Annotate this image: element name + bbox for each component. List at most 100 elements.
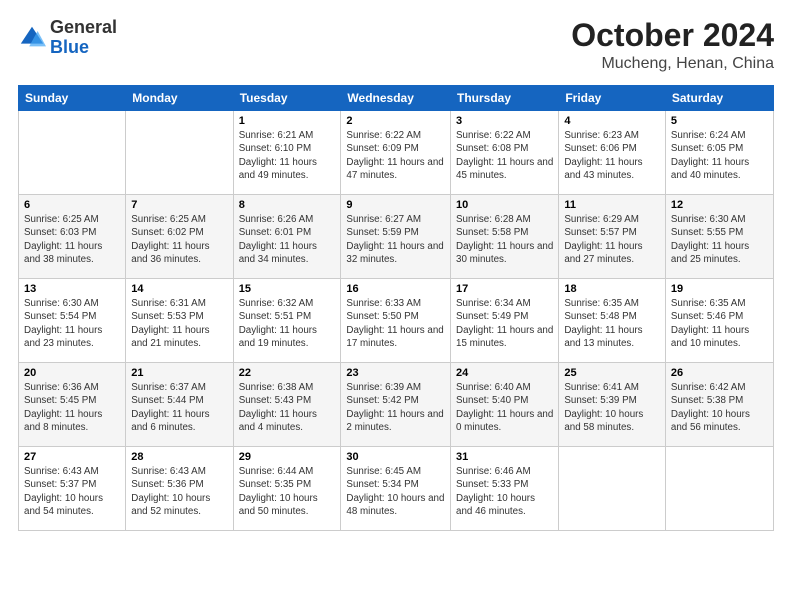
day-info: Sunrise: 6:23 AM Sunset: 6:06 PM Dayligh… — [564, 129, 660, 182]
day-info: Sunrise: 6:44 AM Sunset: 5:35 PM Dayligh… — [239, 465, 336, 518]
day-info: Sunrise: 6:33 AM Sunset: 5:50 PM Dayligh… — [346, 297, 445, 350]
logo-text: General Blue — [50, 18, 117, 58]
day-number: 19 — [671, 283, 768, 295]
page: General Blue October 2024 Mucheng, Henan… — [0, 0, 792, 612]
day-number: 21 — [131, 367, 227, 379]
day-number: 8 — [239, 199, 336, 211]
day-info: Sunrise: 6:46 AM Sunset: 5:33 PM Dayligh… — [456, 465, 553, 518]
week-row-3: 13 Sunrise: 6:30 AM Sunset: 5:54 PM Dayli… — [19, 279, 774, 363]
weekday-tuesday: Tuesday — [233, 86, 341, 111]
day-info: Sunrise: 6:29 AM Sunset: 5:57 PM Dayligh… — [564, 213, 660, 266]
day-info: Sunrise: 6:35 AM Sunset: 5:46 PM Dayligh… — [671, 297, 768, 350]
day-cell: 6Sunrise: 6:25 AM Sunset: 6:03 PM Daylig… — [19, 195, 126, 279]
day-cell: 18Sunrise: 6:35 AM Sunset: 5:48 PM Dayli… — [559, 279, 666, 363]
day-info: Sunrise: 6:30 AM Sunset: 5:55 PM Dayligh… — [671, 213, 768, 266]
weekday-friday: Friday — [559, 86, 666, 111]
day-number: 17 — [456, 283, 553, 295]
day-cell: 19 Sunrise: 6:35 AM Sunset: 5:46 PM Dayli… — [665, 279, 773, 363]
day-number: 31 — [456, 451, 553, 463]
day-number: 20 — [24, 367, 120, 379]
day-cell: 23Sunrise: 6:39 AM Sunset: 5:42 PM Dayli… — [341, 363, 451, 447]
day-cell: 7 Sunrise: 6:25 AM Sunset: 6:02 PM Daylig… — [126, 195, 233, 279]
day-cell: 22Sunrise: 6:38 AM Sunset: 5:43 PM Dayli… — [233, 363, 341, 447]
day-info: Sunrise: 6:24 AM Sunset: 6:05 PM Dayligh… — [671, 129, 768, 182]
day-info: Sunrise: 6:27 AM Sunset: 5:59 PM Dayligh… — [346, 213, 445, 266]
week-row-1: 1 Sunrise: 6:21 AM Sunset: 6:10 PM Daylig… — [19, 111, 774, 195]
weekday-monday: Monday — [126, 86, 233, 111]
day-number: 24 — [456, 367, 553, 379]
day-number: 10 — [456, 199, 553, 211]
day-cell: 10 Sunrise: 6:28 AM Sunset: 5:58 PM Dayli… — [451, 195, 559, 279]
day-info: Sunrise: 6:32 AM Sunset: 5:51 PM Dayligh… — [239, 297, 336, 350]
title-block: October 2024 Mucheng, Henan, China — [571, 18, 774, 73]
day-info: Sunrise: 6:30 AM Sunset: 5:54 PM Dayligh… — [24, 297, 120, 350]
day-info: Sunrise: 6:22 AM Sunset: 6:09 PM Dayligh… — [346, 129, 445, 182]
day-number: 25 — [564, 367, 660, 379]
weekday-thursday: Thursday — [451, 86, 559, 111]
day-info: Sunrise: 6:22 AM Sunset: 6:08 PM Dayligh… — [456, 129, 553, 182]
day-cell: 5 Sunrise: 6:24 AM Sunset: 6:05 PM Daylig… — [665, 111, 773, 195]
week-row-2: 6Sunrise: 6:25 AM Sunset: 6:03 PM Daylig… — [19, 195, 774, 279]
day-number: 11 — [564, 199, 660, 211]
day-cell: 14Sunrise: 6:31 AM Sunset: 5:53 PM Dayli… — [126, 279, 233, 363]
day-info: Sunrise: 6:37 AM Sunset: 5:44 PM Dayligh… — [131, 381, 227, 434]
day-cell: 30Sunrise: 6:45 AM Sunset: 5:34 PM Dayli… — [341, 447, 451, 531]
day-number: 12 — [671, 199, 768, 211]
day-number: 5 — [671, 115, 768, 127]
logo-general: General — [50, 17, 117, 37]
day-cell: 25 Sunrise: 6:41 AM Sunset: 5:39 PM Dayli… — [559, 363, 666, 447]
day-cell: 24 Sunrise: 6:40 AM Sunset: 5:40 PM Dayli… — [451, 363, 559, 447]
day-cell: 2 Sunrise: 6:22 AM Sunset: 6:09 PM Daylig… — [341, 111, 451, 195]
day-number: 2 — [346, 115, 445, 127]
day-number: 29 — [239, 451, 336, 463]
day-number: 18 — [564, 283, 660, 295]
day-number: 28 — [131, 451, 227, 463]
day-cell: 3Sunrise: 6:22 AM Sunset: 6:08 PM Daylig… — [451, 111, 559, 195]
day-number: 15 — [239, 283, 336, 295]
day-info: Sunrise: 6:40 AM Sunset: 5:40 PM Dayligh… — [456, 381, 553, 434]
day-number: 26 — [671, 367, 768, 379]
day-cell — [665, 447, 773, 531]
day-cell — [559, 447, 666, 531]
day-cell: 26Sunrise: 6:42 AM Sunset: 5:38 PM Dayli… — [665, 363, 773, 447]
calendar-table: SundayMondayTuesdayWednesdayThursdayFrid… — [18, 85, 774, 531]
day-info: Sunrise: 6:38 AM Sunset: 5:43 PM Dayligh… — [239, 381, 336, 434]
day-number: 30 — [346, 451, 445, 463]
day-info: Sunrise: 6:43 AM Sunset: 5:37 PM Dayligh… — [24, 465, 120, 518]
logo-icon — [18, 24, 46, 52]
day-number: 13 — [24, 283, 120, 295]
day-info: Sunrise: 6:36 AM Sunset: 5:45 PM Dayligh… — [24, 381, 120, 434]
day-cell: 27 Sunrise: 6:43 AM Sunset: 5:37 PM Dayli… — [19, 447, 126, 531]
day-cell: 15 Sunrise: 6:32 AM Sunset: 5:51 PM Dayli… — [233, 279, 341, 363]
day-number: 7 — [131, 199, 227, 211]
day-number: 16 — [346, 283, 445, 295]
day-cell: 17Sunrise: 6:34 AM Sunset: 5:49 PM Dayli… — [451, 279, 559, 363]
day-cell: 28 Sunrise: 6:43 AM Sunset: 5:36 PM Dayli… — [126, 447, 233, 531]
weekday-wednesday: Wednesday — [341, 86, 451, 111]
weekday-header: SundayMondayTuesdayWednesdayThursdayFrid… — [19, 86, 774, 111]
day-cell: 1 Sunrise: 6:21 AM Sunset: 6:10 PM Daylig… — [233, 111, 341, 195]
day-info: Sunrise: 6:41 AM Sunset: 5:39 PM Dayligh… — [564, 381, 660, 434]
month-title: October 2024 — [571, 18, 774, 53]
day-cell: 9 Sunrise: 6:27 AM Sunset: 5:59 PM Daylig… — [341, 195, 451, 279]
day-info: Sunrise: 6:43 AM Sunset: 5:36 PM Dayligh… — [131, 465, 227, 518]
day-info: Sunrise: 6:21 AM Sunset: 6:10 PM Dayligh… — [239, 129, 336, 182]
day-number: 6 — [24, 199, 120, 211]
day-cell: 13 Sunrise: 6:30 AM Sunset: 5:54 PM Dayli… — [19, 279, 126, 363]
week-row-4: 20 Sunrise: 6:36 AM Sunset: 5:45 PM Dayli… — [19, 363, 774, 447]
header: General Blue October 2024 Mucheng, Henan… — [18, 18, 774, 73]
day-info: Sunrise: 6:25 AM Sunset: 6:02 PM Dayligh… — [131, 213, 227, 266]
day-info: Sunrise: 6:28 AM Sunset: 5:58 PM Dayligh… — [456, 213, 553, 266]
day-cell: 20 Sunrise: 6:36 AM Sunset: 5:45 PM Dayli… — [19, 363, 126, 447]
day-number: 27 — [24, 451, 120, 463]
day-cell: 12 Sunrise: 6:30 AM Sunset: 5:55 PM Dayli… — [665, 195, 773, 279]
day-cell: 21 Sunrise: 6:37 AM Sunset: 5:44 PM Dayli… — [126, 363, 233, 447]
day-number: 23 — [346, 367, 445, 379]
weekday-saturday: Saturday — [665, 86, 773, 111]
day-number: 1 — [239, 115, 336, 127]
day-number: 9 — [346, 199, 445, 211]
week-row-5: 27 Sunrise: 6:43 AM Sunset: 5:37 PM Dayli… — [19, 447, 774, 531]
day-number: 4 — [564, 115, 660, 127]
logo-blue: Blue — [50, 37, 89, 57]
calendar-body: 1 Sunrise: 6:21 AM Sunset: 6:10 PM Daylig… — [19, 111, 774, 531]
